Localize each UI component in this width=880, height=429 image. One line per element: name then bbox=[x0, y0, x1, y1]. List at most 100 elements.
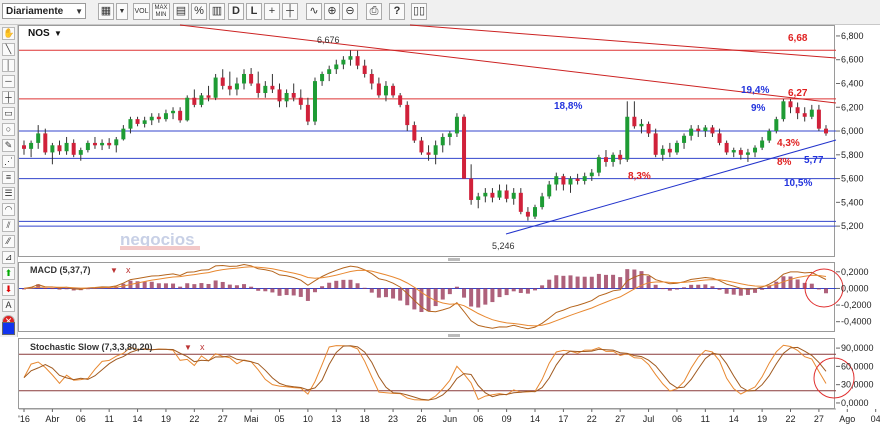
candle-body bbox=[277, 89, 282, 102]
candle-body bbox=[284, 92, 289, 102]
macd-histogram-bar bbox=[497, 288, 502, 298]
candle-body bbox=[312, 81, 317, 122]
macd-title: MACD (5,37,7) bbox=[30, 265, 91, 275]
macd-histogram-bar bbox=[348, 279, 353, 289]
chevron-down-icon[interactable]: ▼ bbox=[54, 29, 62, 38]
candle-body bbox=[575, 178, 580, 181]
candle-body bbox=[547, 184, 552, 197]
candle-body bbox=[582, 176, 587, 181]
candle-body bbox=[809, 109, 814, 117]
macd-histogram-bar bbox=[171, 283, 176, 289]
candle-body bbox=[71, 142, 76, 155]
candle-body bbox=[745, 152, 750, 155]
candle-body bbox=[603, 157, 608, 162]
candle-body bbox=[220, 77, 225, 86]
candle-body bbox=[327, 69, 332, 74]
macd-histogram-bar bbox=[312, 288, 317, 293]
candle-body bbox=[412, 125, 417, 141]
macd-histogram-bar bbox=[270, 288, 275, 293]
x-axis-label: 06 bbox=[76, 414, 86, 424]
macd-histogram-bar bbox=[589, 276, 594, 289]
x-axis-label: Jun bbox=[443, 414, 458, 424]
candle-body bbox=[64, 142, 69, 152]
macd-histogram-bar bbox=[682, 287, 687, 289]
macd-axis-label: 0,2000 bbox=[841, 267, 869, 277]
price-axis-label: 6,000 bbox=[841, 126, 864, 136]
candle-body bbox=[249, 73, 254, 84]
chevron-down-icon[interactable]: ▼ bbox=[184, 343, 192, 352]
price-axis-label: 6,600 bbox=[841, 55, 864, 65]
macd-histogram-bar bbox=[653, 284, 658, 289]
macd-histogram-bar bbox=[284, 288, 289, 296]
candle-body bbox=[383, 85, 388, 96]
candle-body bbox=[689, 128, 694, 136]
upper-trendline[interactable] bbox=[409, 24, 837, 59]
x-axis-label: 27 bbox=[814, 414, 824, 424]
macd-axis-label: -0,4000 bbox=[841, 317, 872, 327]
x-axis-label: 06 bbox=[473, 414, 483, 424]
stochastic-axis-label: 60,0000 bbox=[841, 361, 874, 371]
x-axis-label: 11 bbox=[701, 414, 710, 424]
resize-handle[interactable] bbox=[448, 258, 460, 261]
candle-body bbox=[703, 127, 708, 132]
macd-histogram-bar bbox=[305, 288, 310, 301]
candle-body bbox=[511, 192, 516, 199]
x-axis-label: 14 bbox=[133, 414, 143, 424]
macd-histogram-bar bbox=[149, 281, 154, 289]
macd-histogram-bar bbox=[568, 275, 573, 289]
macd-line bbox=[23, 263, 827, 330]
macd-histogram-bar bbox=[447, 288, 452, 295]
x-axis-label: Ago bbox=[839, 414, 855, 424]
macd-histogram-bar bbox=[554, 275, 559, 289]
candle-body bbox=[589, 172, 594, 177]
macd-histogram-bar bbox=[603, 274, 608, 289]
macd-histogram-bar bbox=[731, 288, 736, 295]
candle-body bbox=[518, 192, 523, 212]
close-icon[interactable]: x bbox=[126, 265, 131, 275]
candle-body bbox=[476, 196, 481, 200]
price-annotation-6-27: 6,27 bbox=[788, 88, 808, 99]
candle-body bbox=[533, 207, 538, 217]
macd-histogram-bar bbox=[362, 287, 367, 289]
candle-body bbox=[100, 142, 105, 146]
macd-histogram-bar bbox=[391, 288, 396, 299]
pct-annotation-9: 9% bbox=[751, 103, 766, 114]
candle-body bbox=[781, 101, 786, 120]
macd-axis-label: 0,0000 bbox=[841, 283, 869, 293]
macd-histogram-bar bbox=[809, 283, 814, 289]
resistance-value-annotation: 6,68 bbox=[788, 33, 808, 44]
candle-body bbox=[171, 110, 176, 114]
candle-body bbox=[376, 83, 381, 96]
x-axis-label: 23 bbox=[388, 414, 398, 424]
macd-histogram-bar bbox=[674, 288, 679, 290]
close-icon[interactable]: x bbox=[200, 342, 205, 352]
macd-histogram-bar bbox=[660, 288, 665, 290]
low-annotation: 5,246 bbox=[492, 241, 515, 251]
macd-histogram-bar bbox=[398, 288, 403, 301]
candle-body bbox=[646, 123, 651, 134]
macd-histogram-bar bbox=[561, 275, 566, 289]
candle-body bbox=[341, 59, 346, 65]
candle-body bbox=[149, 116, 154, 121]
candle-body bbox=[788, 101, 793, 108]
price-annotation-5-77: 5,77 bbox=[804, 155, 824, 166]
macd-histogram-bar bbox=[518, 288, 523, 293]
macd-histogram-bar bbox=[625, 269, 630, 289]
macd-histogram-bar bbox=[440, 288, 445, 300]
candle-body bbox=[674, 142, 679, 153]
macd-histogram-bar bbox=[213, 280, 218, 289]
chevron-down-icon[interactable]: ▼ bbox=[110, 266, 118, 275]
resize-handle[interactable] bbox=[448, 334, 460, 337]
x-axis-label: 11 bbox=[104, 414, 113, 424]
candle-body bbox=[802, 113, 807, 117]
candle-body bbox=[213, 77, 218, 98]
x-axis-label: '16 bbox=[18, 414, 30, 424]
candle-body bbox=[369, 73, 374, 84]
candle-body bbox=[596, 157, 601, 173]
x-axis-label: 27 bbox=[615, 414, 625, 424]
price-axis-label: 5,600 bbox=[841, 174, 864, 184]
candle-body bbox=[682, 135, 687, 143]
macd-histogram-bar bbox=[618, 277, 623, 289]
candle-body bbox=[92, 142, 97, 146]
candle-body bbox=[717, 133, 722, 143]
